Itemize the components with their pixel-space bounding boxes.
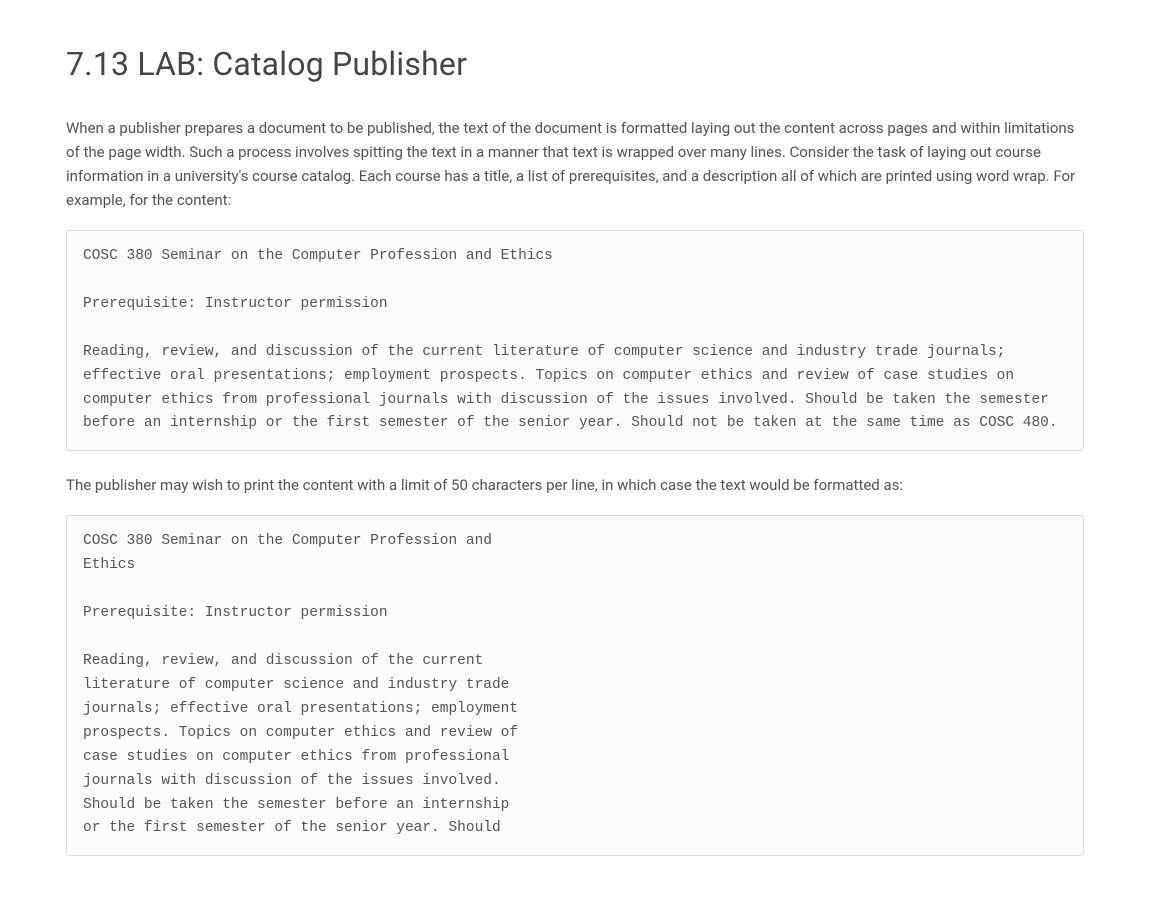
page-title: 7.13 LAB: Catalog Publisher bbox=[66, 40, 1084, 88]
example-code-block-1: COSC 380 Seminar on the Computer Profess… bbox=[66, 230, 1084, 451]
intro-paragraph: When a publisher prepares a document to … bbox=[66, 116, 1084, 212]
example-code-block-2: COSC 380 Seminar on the Computer Profess… bbox=[66, 515, 1084, 856]
middle-paragraph: The publisher may wish to print the cont… bbox=[66, 473, 1084, 497]
